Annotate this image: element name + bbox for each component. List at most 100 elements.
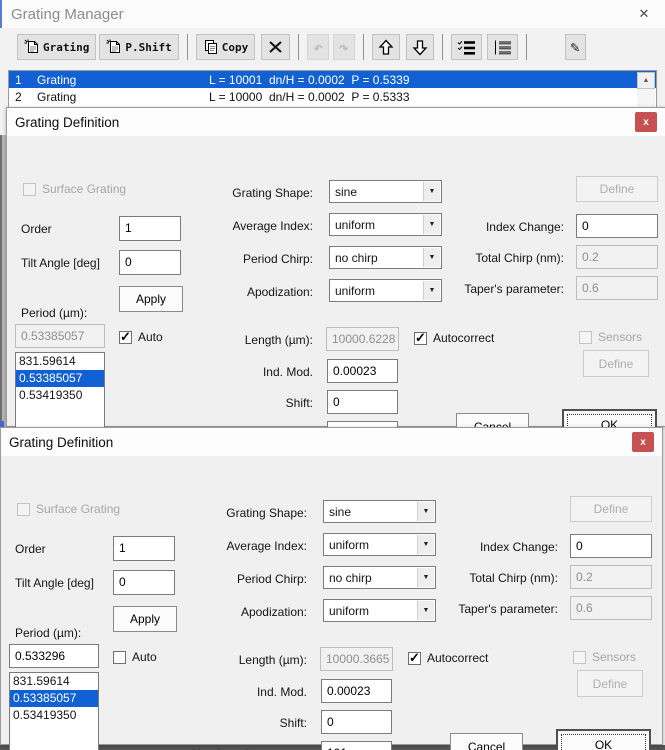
dialog-close-button[interactable]: x [635,112,657,132]
row-name: Grating [37,73,209,87]
period-list-item[interactable]: 831.59614 [10,673,98,690]
delete-button[interactable] [261,34,290,60]
close-icon: x [643,117,649,128]
auto-checkbox[interactable]: ✓ Auto [113,650,157,664]
auto-checkbox[interactable]: ✓ Auto [119,330,163,344]
arrow-up-icon [378,39,394,56]
shift-input[interactable]: 0 [327,390,398,414]
scroll-up-button[interactable]: ▲ [637,72,655,89]
ind-mod-label: Ind. Mod. [187,365,313,379]
average-index-label: Average Index: [181,539,307,553]
period-list-item[interactable]: 0.53419350 [10,707,98,724]
tilt-angle-label: Tilt Angle [deg] [21,256,100,270]
period-field[interactable]: 0.533296 [9,644,99,668]
total-chirp-field: 0.2 [576,245,658,269]
average-index-select[interactable]: uniform▼ [323,533,436,556]
dialog-close-button[interactable]: x [632,432,654,452]
period-list-item[interactable]: 0.53419350 [16,387,104,404]
toolbar-separator [526,34,527,60]
sensors-label: Sensors [598,330,642,344]
new-document-icon [24,39,40,55]
order-input[interactable]: 1 [119,216,181,241]
period-list-item[interactable]: 0.53385057 [16,370,104,387]
sensors-checkbox-box: ✓ [573,651,586,664]
apply-button[interactable]: Apply [119,286,183,312]
autocorrect-checkbox[interactable]: ✓ Autocorrect [408,651,488,665]
tapers-parameter-label: Taper's parameter: [421,602,558,616]
period-list-item[interactable]: 831.59614 [16,353,104,370]
autocorrect-checkbox[interactable]: ✓ Autocorrect [414,331,494,345]
chevron-down-icon[interactable]: ▼ [423,182,440,201]
average-index-label: Average Index: [187,219,313,233]
average-index-select[interactable]: uniform▼ [329,213,442,236]
ok-button[interactable]: OK [556,729,651,750]
order-input[interactable]: 1 [113,536,175,561]
define-sensors-button: Define [583,350,649,377]
move-down-button[interactable] [406,34,434,60]
pencil-icon: ✎ [571,38,580,56]
index-change-input[interactable]: 0 [576,214,658,238]
close-icon: ✕ [639,6,650,22]
period-field[interactable]: 0.53385057 [15,324,105,348]
order-label: Order [15,542,46,556]
length-label: Length (µm): [181,653,307,667]
chevron-down-icon[interactable]: ▼ [417,502,434,521]
new-grating-button[interactable]: Grating [17,34,96,60]
sensors-checkbox: ✓ Sensors [579,330,642,344]
window-title: Grating Manager [11,6,124,23]
segments-input[interactable]: 101 [321,741,392,750]
auto-checkbox-box: ✓ [119,331,132,344]
delete-x-icon [267,39,284,55]
autocorrect-label: Autocorrect [433,331,494,345]
apodization-select[interactable]: uniform▼ [323,599,436,622]
move-up-button[interactable] [372,34,400,60]
period-chirp-label: Period Chirp: [181,572,307,586]
new-grating-label: Grating [43,41,89,54]
tapers-parameter-field: 0.6 [570,596,652,620]
grating-shape-select[interactable]: sine▼ [329,180,442,203]
surface-grating-checkbox-box: ✓ [23,183,36,196]
toolbar-separator [363,34,364,60]
dialog-titlebar: Grating Definition [7,108,665,136]
ind-mod-input[interactable]: 0.00023 [321,679,392,703]
length-label: Length (µm): [187,333,313,347]
detail-list-button[interactable] [451,34,482,60]
apodization-select[interactable]: uniform▼ [329,279,442,302]
grating-list-row[interactable]: 1 Grating L = 10001 dn/H = 0.0002 P = 0.… [9,71,656,88]
index-change-input[interactable]: 0 [570,534,652,558]
grating-shape-label: Grating Shape: [181,506,307,520]
total-chirp-field: 0.2 [570,565,652,589]
tilt-angle-input[interactable]: 0 [113,570,175,595]
list-scrollbar[interactable]: ▲ [637,72,655,107]
auto-label: Auto [138,330,163,344]
copy-button[interactable]: Copy [196,34,256,60]
row-number: 1 [9,73,37,87]
grating-shape-select[interactable]: sine▼ [323,500,436,523]
toolbar-separator [442,34,443,60]
cancel-button[interactable]: Cancel [450,733,523,750]
total-chirp-label: Total Chirp (nm): [421,571,558,585]
edit-button[interactable]: ✎ [565,34,586,60]
window-titlebar: Grating Manager [0,0,665,28]
toolbar-separator [298,34,299,60]
window-close-button[interactable]: ✕ [633,4,655,24]
row-info: L = 10000 dn/H = 0.0002 P = 0.5333 [209,90,656,104]
grating-manager-window: Grating Manager ✕ Grating P.Shift [0,0,665,750]
ind-mod-input[interactable]: 0.00023 [327,359,398,383]
period-list[interactable]: 831.59614 0.53385057 0.53419350 [15,352,105,438]
new-pshift-button[interactable]: P.Shift [99,34,178,60]
dialog-title: Grating Definition [9,435,113,450]
shift-input[interactable]: 0 [321,710,392,734]
apply-button[interactable]: Apply [113,606,177,632]
close-icon: x [640,437,646,448]
arrow-down-icon [412,39,428,56]
period-list-item[interactable]: 0.53385057 [10,690,98,707]
grating-list-row[interactable]: 2 Grating L = 10000 dn/H = 0.0002 P = 0.… [9,88,656,105]
period-list[interactable]: 831.59614 0.53385057 0.53419350 [9,672,99,750]
plain-list-button[interactable] [487,34,518,60]
tilt-angle-input[interactable]: 0 [119,250,181,275]
sensors-label: Sensors [592,650,636,664]
period-chirp-select[interactable]: no chirp▼ [329,246,442,269]
surface-grating-label: Surface Grating [36,502,120,516]
period-chirp-select[interactable]: no chirp▼ [323,566,436,589]
